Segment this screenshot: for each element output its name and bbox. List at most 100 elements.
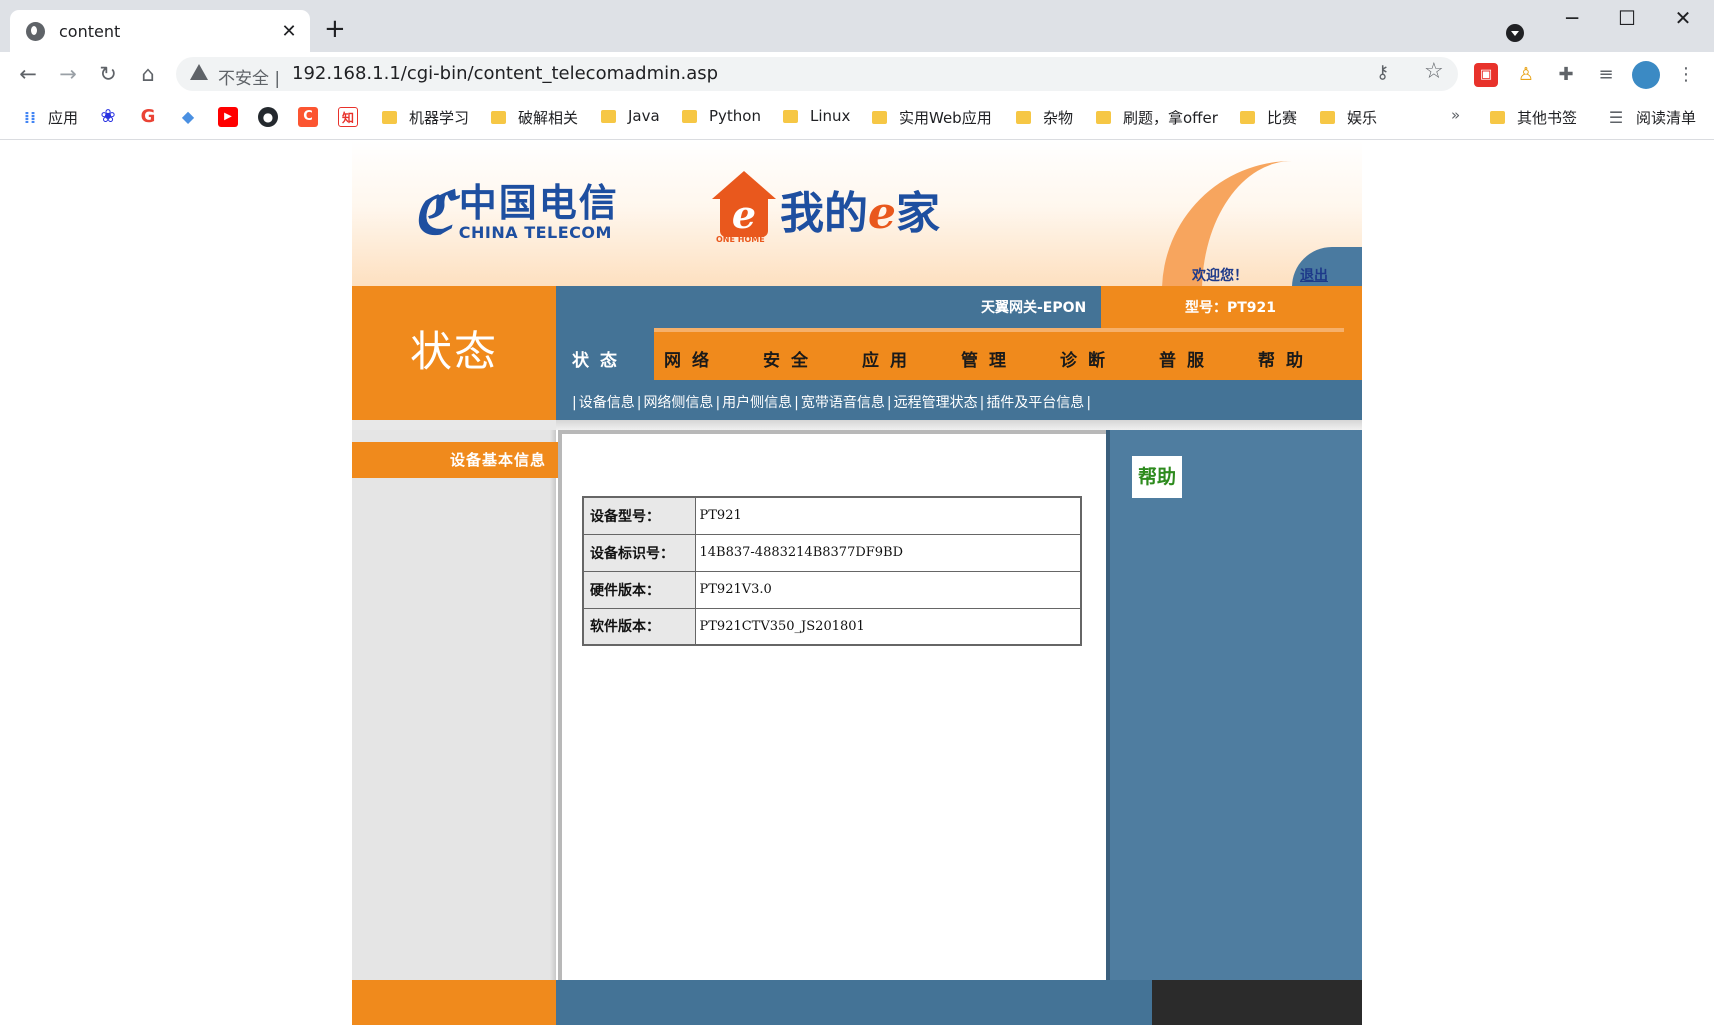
logout-link[interactable]: 退出 <box>1300 265 1328 285</box>
tab-strip: content ✕ + ─ ☐ ✕ <box>0 0 1714 52</box>
bookmark-folder-crack[interactable]: 破解相关 <box>491 107 578 128</box>
bookmark-folder-offer[interactable]: 刷题，拿offer <box>1096 107 1218 128</box>
bookmark-star-icon[interactable]: ☆ <box>1424 59 1444 84</box>
submenu-plugin-platform[interactable]: 插件及平台信息 <box>986 395 1084 411</box>
separator-bar <box>352 420 1362 430</box>
warning-icon[interactable] <box>190 64 208 80</box>
reading-list[interactable]: ☰ 阅读清单 <box>1606 107 1696 128</box>
bookmark-baidu[interactable]: ❀ <box>98 107 126 127</box>
media-control-icon[interactable]: ≡ <box>1594 63 1618 87</box>
bookmark-folder-misc[interactable]: 杂物 <box>1016 107 1073 128</box>
bookmarks-overflow-icon[interactable]: » <box>1451 106 1460 124</box>
menu-dots-icon[interactable]: ⋮ <box>1674 63 1698 87</box>
bookmark-folder-python[interactable]: Python <box>682 107 761 125</box>
folder-icon <box>601 109 616 123</box>
csdn-icon: C <box>298 107 318 127</box>
security-label[interactable]: 不安全 | <box>218 64 280 89</box>
back-icon[interactable]: ← <box>14 60 42 88</box>
software-version-label: 软件版本： <box>582 607 696 646</box>
menu-network[interactable]: 网络 <box>664 346 720 371</box>
folder-icon <box>872 111 887 124</box>
bookmark-csdn[interactable]: C <box>298 107 326 127</box>
bookmark-other[interactable]: 其他书签 <box>1490 107 1577 128</box>
tab-search-icon[interactable] <box>1506 24 1524 42</box>
youtube-icon: ▶ <box>218 107 238 127</box>
bookmark-folder-java[interactable]: Java <box>601 107 660 125</box>
submenu-network-side[interactable]: 网络侧信息 <box>643 395 713 411</box>
bookmark-folder-ml[interactable]: 机器学习 <box>382 107 469 128</box>
avatar[interactable] <box>1632 61 1660 89</box>
menu-help[interactable]: 帮助 <box>1258 346 1314 371</box>
key-icon[interactable]: ⚷ <box>1376 62 1389 83</box>
extension-bell-icon[interactable]: ♙ <box>1514 63 1538 87</box>
menu-diagnosis[interactable]: 诊断 <box>1060 346 1116 371</box>
table-row: 硬件版本： PT921V3.0 <box>582 570 1082 609</box>
browser-toolbar: ← → ↻ ⌂ 不安全 | 192.168.1.1/cgi-bin/conten… <box>0 52 1714 96</box>
new-tab-button[interactable]: + <box>324 16 346 42</box>
bookmark-apps[interactable]: ⁞⁞ 应用 <box>20 107 78 128</box>
menu-security[interactable]: 安全 <box>763 346 819 371</box>
zhihu-icon: 知 <box>338 107 358 127</box>
folder-icon <box>382 111 397 124</box>
reload-icon[interactable]: ↻ <box>94 60 122 88</box>
bookmark-folder-linux[interactable]: Linux <box>783 107 850 125</box>
folder-icon <box>1490 111 1505 124</box>
device-model-label: 设备型号： <box>582 496 696 535</box>
maximize-icon[interactable]: ☐ <box>1612 6 1642 30</box>
header-banner: ℭ 中国电信 CHINA TELECOM e ONE HOME 我的e家 欢迎您… <box>352 141 1362 286</box>
hardware-version-value: PT921V3.0 <box>694 570 1082 609</box>
sidebar-item-device-basic-info[interactable]: 设备基本信息 <box>352 442 560 478</box>
bookmarks-bar: ⁞⁞ 应用 ❀ G ◆ ▶ ● C 知 机器学习 破解相关 Java Pytho… <box>0 96 1714 140</box>
bookmark-google[interactable]: G <box>138 107 166 127</box>
folder-icon <box>783 109 798 123</box>
device-info-table: 设备型号： PT921 设备标识号： 14B837-4883214B8377DF… <box>582 496 1082 646</box>
bookmark-folder-contest[interactable]: 比赛 <box>1240 107 1297 128</box>
china-telecom-logo: ℭ 中国电信 CHINA TELECOM <box>412 183 619 242</box>
menu-status[interactable]: 状态 <box>556 328 654 380</box>
submenu-device-info[interactable]: 设备信息 <box>579 395 635 411</box>
table-row: 软件版本： PT921CTV350_JS201801 <box>582 607 1082 646</box>
software-version-value: PT921CTV350_JS201801 <box>694 607 1082 646</box>
sidebar: 设备基本信息 <box>352 430 560 980</box>
window-close-icon[interactable]: ✕ <box>1668 6 1698 30</box>
submenu-voice[interactable]: 宽带语音信息 <box>801 395 885 411</box>
folder-icon <box>1320 111 1335 124</box>
home-icon[interactable]: ⌂ <box>134 60 162 88</box>
brand-en: CHINA TELECOM <box>458 223 612 242</box>
main-menu: 状态 网络 安全 应用 管理 诊断 普服 帮助 <box>556 328 1362 380</box>
reading-list-icon: ☰ <box>1608 107 1624 127</box>
bookmark-folder-fun[interactable]: 娱乐 <box>1320 107 1377 128</box>
close-tab-icon[interactable]: ✕ <box>280 21 298 42</box>
url-text[interactable]: 192.168.1.1/cgi-bin/content_telecomadmin… <box>292 63 718 84</box>
bookmark-folder-webapps[interactable]: 实用Web应用 <box>872 107 992 128</box>
gateway-name: 天翼网关-EPON <box>981 300 1087 316</box>
home-title: 我的e家 <box>780 188 940 239</box>
submenu: | 设备信息 | 网络侧信息 | 用户侧信息 | 宽带语音信息 | 远程管理状态 | 插件及平台信息 | <box>572 395 1092 411</box>
graduation-cap-icon: ◆ <box>181 107 195 126</box>
bookmark-zhihu[interactable]: 知 <box>338 107 366 127</box>
submenu-user-side[interactable]: 用户侧信息 <box>722 395 792 411</box>
puzzle-icon[interactable]: ✚ <box>1554 63 1578 87</box>
device-id-label: 设备标识号： <box>582 533 696 572</box>
bookmark-edu[interactable]: ◆ <box>178 107 206 127</box>
my-ehome-logo: e ONE HOME 我的e家 <box>708 171 940 244</box>
footer-middle <box>556 980 1152 1025</box>
menu-universal-service[interactable]: 普服 <box>1159 346 1215 371</box>
table-row: 设备型号： PT921 <box>582 496 1082 535</box>
forward-icon[interactable]: → <box>54 60 82 88</box>
google-icon: G <box>140 106 156 127</box>
address-bar[interactable]: 不安全 | 192.168.1.1/cgi-bin/content_teleco… <box>176 57 1458 91</box>
section-title-box: 状态 <box>352 286 556 420</box>
browser-tab[interactable]: content ✕ <box>10 10 310 52</box>
extension-icon[interactable]: ▣ <box>1474 63 1498 87</box>
page-viewport: ℭ 中国电信 CHINA TELECOM e ONE HOME 我的e家 欢迎您… <box>0 141 1714 1025</box>
menu-application[interactable]: 应用 <box>862 346 918 371</box>
menu-management[interactable]: 管理 <box>961 346 1017 371</box>
bookmark-github[interactable]: ● <box>258 107 286 127</box>
minimize-icon[interactable]: ─ <box>1557 6 1587 30</box>
help-button[interactable]: 帮助 <box>1132 456 1182 498</box>
bookmark-youtube[interactable]: ▶ <box>218 107 246 127</box>
globe-icon <box>26 21 45 41</box>
telecom-logo-icon: ℭ <box>412 178 453 247</box>
submenu-remote-mgmt[interactable]: 远程管理状态 <box>894 395 978 411</box>
